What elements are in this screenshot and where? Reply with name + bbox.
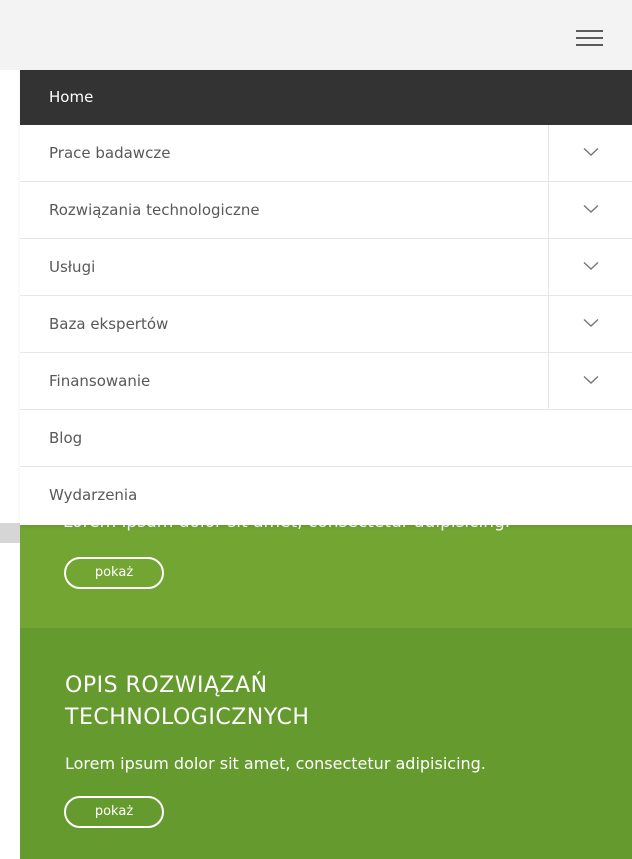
submenu-toggle[interactable] (548, 125, 632, 181)
hamburger-menu-icon[interactable] (574, 27, 606, 49)
background-sidebar-edge (0, 523, 20, 543)
hamburger-line (576, 30, 603, 32)
block-2-title-line-1: OPIS ROZWIĄZAŃ (65, 673, 268, 698)
nav-item-label: Usługi (49, 258, 96, 276)
chevron-down-icon (583, 147, 599, 156)
nav-item-label: Wydarzenia (49, 486, 138, 504)
block-2-title-line-2: TECHNOLOGICZNYCH (65, 705, 310, 730)
block-2-text: Lorem ipsum dolor sit amet, consectetur … (65, 754, 486, 773)
nav-item-wydarzenia[interactable]: Wydarzenia (20, 467, 632, 525)
hamburger-line (576, 44, 603, 46)
nav-item-home[interactable]: Home (20, 70, 632, 125)
show-button[interactable]: pokaż (64, 557, 164, 589)
submenu-toggle[interactable] (548, 296, 632, 352)
dropdown-navigation: Home Prace badawcze Rozwiązania technolo… (20, 70, 632, 525)
nav-item-label: Rozwiązania technologiczne (49, 201, 260, 219)
nav-item-label: Baza ekspertów (49, 315, 169, 333)
hamburger-line (576, 37, 603, 39)
chevron-down-icon (583, 375, 599, 384)
chevron-down-icon (583, 204, 599, 213)
nav-item-prace-badawcze[interactable]: Prace badawcze (20, 125, 632, 182)
chevron-down-icon (583, 261, 599, 270)
nav-item-finansowanie[interactable]: Finansowanie (20, 353, 632, 410)
submenu-toggle[interactable] (548, 182, 632, 238)
chevron-down-icon (583, 318, 599, 327)
block-2-title: OPIS ROZWIĄZAŃ TECHNOLOGICZNYCH (65, 670, 309, 734)
nav-item-rozwiazania-technologiczne[interactable]: Rozwiązania technologiczne (20, 182, 632, 239)
submenu-toggle[interactable] (548, 353, 632, 409)
nav-item-uslugi[interactable]: Usługi (20, 239, 632, 296)
top-bar (0, 0, 632, 70)
nav-item-baza-ekspertow[interactable]: Baza ekspertów (20, 296, 632, 353)
nav-item-label: Prace badawcze (49, 144, 171, 162)
show-button[interactable]: pokaż (64, 796, 164, 828)
nav-item-label: Finansowanie (49, 372, 151, 390)
nav-item-label: Blog (49, 429, 83, 447)
submenu-toggle[interactable] (548, 239, 632, 295)
content-block-2: OPIS ROZWIĄZAŃ TECHNOLOGICZNYCH Lorem ip… (20, 628, 632, 859)
nav-item-blog[interactable]: Blog (20, 410, 632, 467)
